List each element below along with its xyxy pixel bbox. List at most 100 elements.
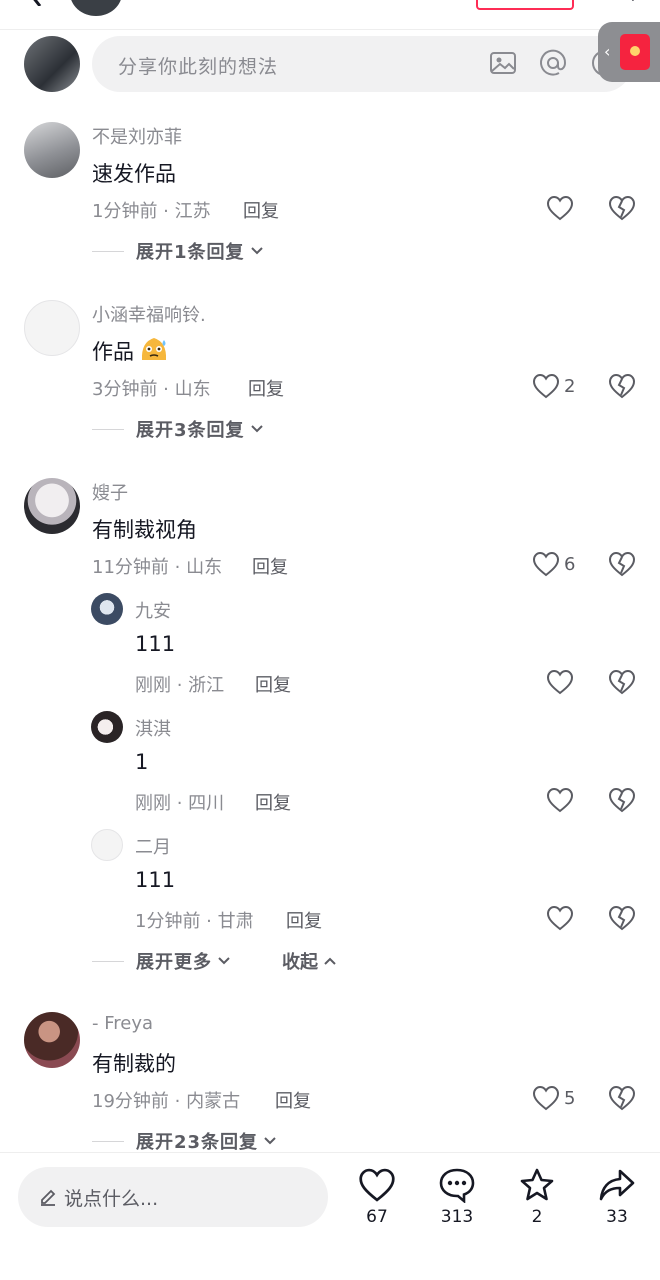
comment-text: 有制裁视角 (92, 518, 197, 542)
heart-icon (546, 669, 574, 695)
heart-icon (532, 551, 560, 577)
expand-more-button[interactable]: 展开更多 (92, 948, 232, 974)
dislike-icon[interactable] (608, 194, 636, 222)
reply-text: 111 (135, 868, 176, 892)
like-button[interactable] (546, 786, 574, 814)
like-count: 67 (366, 1207, 388, 1227)
reply-button[interactable]: 回复 (252, 553, 288, 579)
image-icon[interactable] (488, 48, 518, 78)
top-bar (0, 0, 660, 30)
mention-icon[interactable] (538, 48, 568, 78)
avatar[interactable] (91, 711, 123, 743)
reply-button[interactable]: 回复 (243, 197, 279, 223)
expand-replies-button[interactable]: 展开23条回复 (92, 1128, 278, 1154)
comment-username[interactable]: 不是刘亦菲 (92, 123, 182, 149)
comment-bubble-icon (439, 1168, 475, 1203)
favorite-count: 2 (531, 1207, 543, 1227)
reply-username[interactable]: 九安 (135, 597, 171, 623)
avatar[interactable] (91, 593, 123, 625)
pencil-icon (41, 1189, 56, 1206)
like-button[interactable]: 5 (532, 1084, 575, 1112)
dislike-icon[interactable] (608, 904, 636, 932)
comment-composer: 分享你此刻的想法 (0, 30, 660, 100)
reply-time-location: 刚刚 · 四川 (135, 793, 225, 814)
comment-time-location: 11分钟前 · 山东 (92, 557, 223, 578)
chevron-left-icon: ‹ (604, 42, 611, 61)
star-icon (520, 1168, 554, 1201)
chevron-down-icon (218, 957, 230, 965)
expand-replies-button[interactable]: 展开3条回复 (92, 416, 265, 442)
comment-text: 有制裁的 (92, 1052, 176, 1076)
comment-username[interactable]: - Freya (92, 1013, 153, 1034)
heart-icon (546, 787, 574, 813)
reply-button[interactable]: 回复 (286, 907, 322, 933)
composer-input[interactable]: 分享你此刻的想法 (92, 36, 632, 92)
expand-replies-button[interactable]: 展开1条回复 (92, 238, 265, 264)
share-count: 33 (606, 1207, 628, 1227)
reply-time-location: 刚刚 · 浙江 (135, 675, 225, 696)
reply-text: 1 (135, 750, 149, 774)
sweat-face-emoji-icon (141, 338, 167, 360)
expand-replies-label: 展开1条回复 (136, 242, 245, 263)
favorite-action[interactable]: 2 (507, 1167, 567, 1227)
collapse-button[interactable]: 收起 (282, 948, 338, 974)
heart-icon (359, 1168, 395, 1202)
say-something-input[interactable]: 说点什么... (18, 1167, 328, 1227)
my-avatar (24, 36, 80, 92)
reply-button[interactable]: 回复 (255, 789, 291, 815)
like-button[interactable] (546, 904, 574, 932)
expand-replies-label: 展开3条回复 (136, 420, 245, 441)
heart-icon (546, 195, 574, 221)
chevron-down-icon (250, 425, 263, 433)
composer-placeholder: 分享你此刻的想法 (118, 56, 279, 78)
avatar[interactable] (24, 478, 80, 534)
reply-button[interactable]: 回复 (275, 1087, 311, 1113)
like-button[interactable] (546, 194, 574, 222)
reply-username[interactable]: 淇淇 (135, 715, 171, 741)
reply-button[interactable]: 回复 (255, 671, 291, 697)
chevron-up-icon (324, 957, 336, 965)
reply-time-location: 1分钟前 · 甘肃 (135, 911, 254, 932)
reply-username[interactable]: 二月 (135, 833, 171, 859)
like-button[interactable] (546, 668, 574, 696)
dislike-icon[interactable] (608, 786, 636, 814)
avatar[interactable] (24, 1012, 80, 1068)
comment-text: 速发作品 (92, 162, 176, 186)
chevron-down-icon (264, 1137, 276, 1145)
reply-button[interactable]: 回复 (248, 375, 284, 401)
comment-username[interactable]: 小涵幸福响铃. (92, 301, 206, 327)
dislike-icon[interactable] (608, 1084, 636, 1112)
heart-icon (532, 373, 560, 399)
dislike-icon[interactable] (608, 372, 636, 400)
avatar[interactable] (91, 829, 123, 861)
collapse-label: 收起 (282, 952, 318, 973)
avatar[interactable] (24, 122, 80, 178)
comment-username[interactable]: 嫂子 (92, 479, 128, 505)
red-packet-float[interactable]: ‹ (598, 22, 660, 82)
heart-icon (532, 1085, 560, 1111)
comment-time-location: 3分钟前 · 山东 (92, 379, 211, 400)
comment-action[interactable]: 313 (427, 1167, 487, 1227)
search-icon[interactable] (612, 0, 636, 6)
comment-time-location: 1分钟前 · 江苏 (92, 201, 211, 222)
follow-button[interactable] (476, 0, 574, 10)
bottom-action-bar: 说点什么... 67 313 2 33 (0, 1152, 660, 1280)
like-button[interactable]: 2 (532, 372, 575, 400)
share-arrow-icon (599, 1169, 635, 1201)
like-count: 5 (564, 1087, 576, 1109)
like-count: 2 (564, 375, 576, 397)
like-action[interactable]: 67 (347, 1167, 407, 1227)
avatar[interactable] (24, 300, 80, 356)
author-avatar[interactable] (70, 0, 122, 16)
expand-more-label: 展开更多 (136, 952, 212, 973)
like-count: 6 (564, 553, 576, 575)
share-action[interactable]: 33 (587, 1167, 647, 1227)
red-packet-icon (620, 34, 650, 70)
chevron-down-icon (250, 247, 263, 255)
dislike-icon[interactable] (608, 550, 636, 578)
like-button[interactable]: 6 (532, 550, 575, 578)
back-icon[interactable] (26, 0, 46, 6)
dislike-icon[interactable] (608, 668, 636, 696)
say-placeholder: 说点什么... (64, 1188, 159, 1210)
comment-text: 作品 (92, 340, 134, 364)
